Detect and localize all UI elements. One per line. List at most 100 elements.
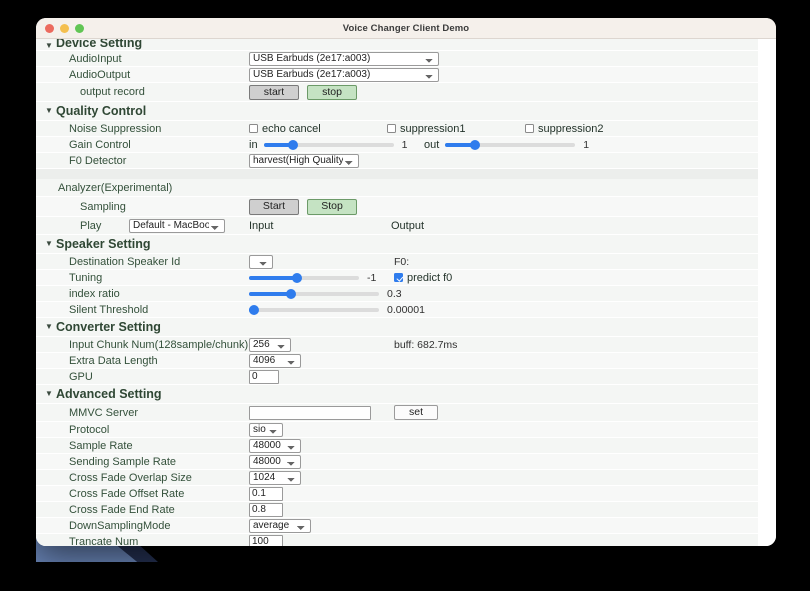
f0-detector-select[interactable]: harvest(High Quality) <box>249 153 359 168</box>
label-index-ratio: index ratio <box>69 287 120 300</box>
section-header-advanced-setting[interactable]: ▼ Advanced Setting <box>36 385 758 404</box>
gain-out-label: out <box>424 138 440 151</box>
audio-output-select[interactable]: USB Earbuds (2e17:a003) <box>249 67 439 82</box>
sending-sample-rate-select[interactable]: 48000 <box>249 454 301 469</box>
cross-fade-offset-rate-input[interactable] <box>249 486 283 501</box>
window-title: Voice Changer Client Demo <box>342 22 470 34</box>
label-protocol: Protocol <box>69 423 110 436</box>
section-header-device-setting[interactable]: ▼ Device Setting <box>36 39 758 51</box>
checkbox-checked-icon <box>394 273 403 282</box>
row-cross-fade-overlap-size: Cross Fade Overlap Size 1024 <box>36 470 758 486</box>
audio-input-select[interactable]: USB Earbuds (2e17:a003) <box>249 51 439 66</box>
label-input-chunk-num: Input Chunk Num(128sample/chunk) <box>69 338 249 351</box>
row-audio-input: AudioInput USB Earbuds (2e17:a003) <box>36 51 758 67</box>
mmvc-server-set-button[interactable]: set <box>394 405 438 420</box>
destination-speaker-id-select[interactable] <box>249 254 273 269</box>
row-tuning: Tuning -1 predict f0 <box>36 270 758 286</box>
suppression1-checkbox[interactable]: suppression1 <box>387 123 465 135</box>
sample-rate-select[interactable]: 48000 <box>249 438 301 453</box>
silent-threshold-slider[interactable] <box>249 304 379 316</box>
slider-thumb[interactable] <box>249 304 260 315</box>
label-gain-control: Gain Control <box>69 138 131 151</box>
section-title-advanced-setting: Advanced Setting <box>56 387 162 401</box>
section-title-quality-control: Quality Control <box>56 104 147 118</box>
section-header-speaker-setting[interactable]: ▼ Speaker Setting <box>36 235 758 254</box>
output-record-start-button[interactable]: start <box>249 84 299 100</box>
predict-f0-label: predict f0 <box>407 271 453 284</box>
section-header-quality-control[interactable]: ▼ Quality Control <box>36 102 758 121</box>
index-ratio-slider[interactable] <box>249 288 379 300</box>
label-silent-threshold: Silent Threshold <box>69 303 149 316</box>
gpu-input[interactable] <box>249 369 279 384</box>
label-trancate-num: Trancate Num <box>69 535 139 547</box>
tuning-value: -1 <box>367 271 377 284</box>
section-header-converter-setting[interactable]: ▼ Converter Setting <box>36 318 758 337</box>
row-cross-fade-end-rate: Cross Fade End Rate <box>36 502 758 518</box>
gain-out-value: 1 <box>583 138 590 151</box>
row-index-ratio: index ratio 0.3 <box>36 286 758 302</box>
section-title-speaker-setting: Speaker Setting <box>56 237 151 251</box>
echo-cancel-checkbox[interactable]: echo cancel <box>249 123 321 135</box>
buffer-readout: buff: 682.7ms <box>394 338 458 351</box>
section-title-converter-setting: Converter Setting <box>56 320 161 334</box>
row-silent-threshold: Silent Threshold 0.00001 <box>36 302 758 318</box>
predict-f0-checkbox[interactable]: predict f0 <box>394 272 452 284</box>
screen: Voice Changer Client Demo ▼ Device Setti… <box>0 0 810 591</box>
row-input-chunk-num: Input Chunk Num(128sample/chunk) 256 buf… <box>36 337 758 353</box>
checkbox-icon <box>525 124 534 133</box>
row-play: Play Default - MacBook … Input Output <box>36 217 758 235</box>
gain-in-value: 1 <box>401 138 408 151</box>
label-audio-input: AudioInput <box>69 52 122 65</box>
label-extra-data-length: Extra Data Length <box>69 354 158 367</box>
slider-thumb[interactable] <box>470 139 481 150</box>
mmvc-server-input[interactable] <box>249 405 371 420</box>
window-titlebar: Voice Changer Client Demo <box>36 18 776 39</box>
downsampling-mode-select[interactable]: average <box>249 518 311 533</box>
row-extra-data-length: Extra Data Length 4096 <box>36 353 758 369</box>
label-cross-fade-end-rate: Cross Fade End Rate <box>69 503 175 516</box>
index-ratio-value: 0.3 <box>387 287 402 300</box>
label-noise-suppression: Noise Suppression <box>69 122 162 135</box>
chevron-down-icon: ▼ <box>45 322 53 331</box>
sampling-start-button[interactable]: Start <box>249 198 299 215</box>
chevron-down-icon: ▼ <box>45 389 53 398</box>
protocol-select[interactable]: sio <box>249 422 283 437</box>
slider-thumb[interactable] <box>288 139 299 150</box>
row-noise-suppression: Noise Suppression echo cancel suppressio… <box>36 121 758 137</box>
suppression2-label: suppression2 <box>538 122 604 135</box>
chevron-down-icon: ▼ <box>45 239 53 248</box>
row-destination-speaker-id: Destination Speaker Id F0: <box>36 254 758 270</box>
label-gpu: GPU <box>69 370 93 383</box>
divider-band <box>36 169 758 179</box>
play-device-select[interactable]: Default - MacBook … <box>129 218 225 233</box>
label-sample-rate: Sample Rate <box>69 439 133 452</box>
slider-thumb[interactable] <box>285 288 296 299</box>
gain-out-slider[interactable] <box>445 139 576 151</box>
gain-in-label: in <box>249 138 258 151</box>
slider-thumb[interactable] <box>292 272 303 283</box>
label-f0-detector: F0 Detector <box>69 154 127 167</box>
app-window: Voice Changer Client Demo ▼ Device Setti… <box>36 18 776 546</box>
row-gain-control: Gain Control in 1 out 1 <box>36 137 758 153</box>
label-tuning: Tuning <box>69 271 103 284</box>
row-trancate-num: Trancate Num <box>36 534 758 546</box>
label-destination-speaker-id: Destination Speaker Id <box>69 255 181 268</box>
silent-threshold-value: 0.00001 <box>387 303 425 316</box>
cross-fade-end-rate-input[interactable] <box>249 502 283 517</box>
extra-data-length-select[interactable]: 4096 <box>249 353 301 368</box>
sampling-stop-button[interactable]: Stop <box>307 198 357 215</box>
column-header-input: Input <box>249 219 274 232</box>
row-sample-rate: Sample Rate 48000 <box>36 438 758 454</box>
label-sending-sample-rate: Sending Sample Rate <box>69 455 177 468</box>
gain-in-slider[interactable] <box>263 139 394 151</box>
label-cross-fade-overlap-size: Cross Fade Overlap Size <box>69 471 192 484</box>
tuning-slider[interactable] <box>249 272 359 284</box>
checkbox-icon <box>249 124 258 133</box>
suppression2-checkbox[interactable]: suppression2 <box>525 123 603 135</box>
input-chunk-num-select[interactable]: 256 <box>249 337 291 352</box>
cross-fade-overlap-size-select[interactable]: 1024 <box>249 470 301 485</box>
trancate-num-input[interactable] <box>249 534 283 546</box>
label-cross-fade-offset-rate: Cross Fade Offset Rate <box>69 487 185 500</box>
output-record-stop-button[interactable]: stop <box>307 84 357 100</box>
column-header-output: Output <box>391 219 425 232</box>
